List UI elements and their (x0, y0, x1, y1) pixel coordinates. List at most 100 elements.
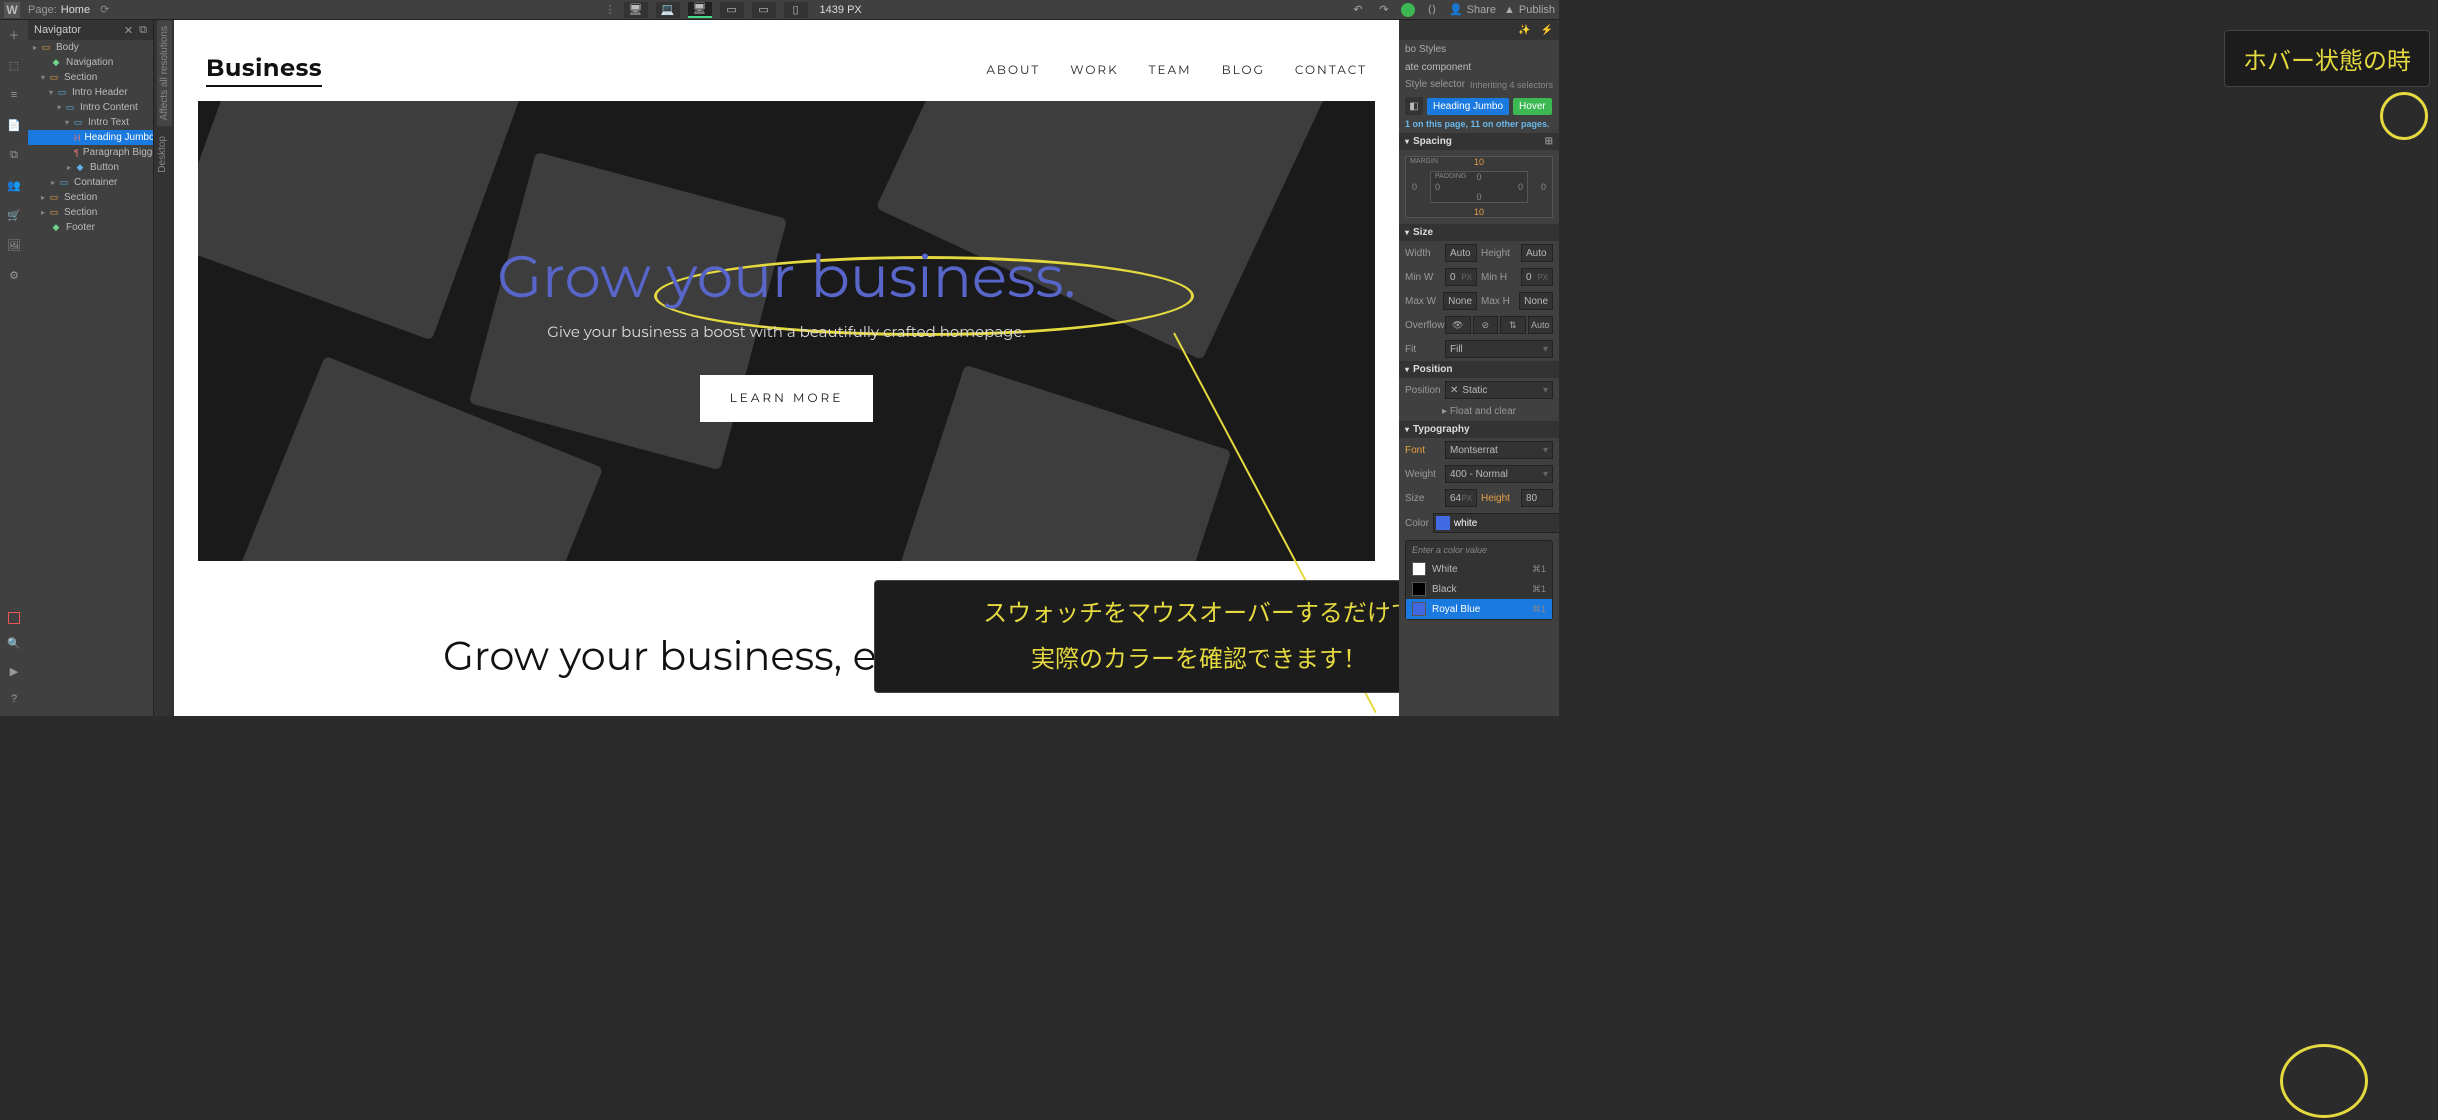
spacing-diagram[interactable]: MARGIN 10 0 0 10 PADDING 0 0 0 0 (1405, 156, 1553, 218)
class-tag[interactable]: Heading Jumbo (1427, 98, 1509, 115)
search-icon[interactable]: 🔍 (5, 634, 23, 652)
nav-work[interactable]: WORK (1070, 63, 1118, 78)
nav-about[interactable]: ABOUT (986, 63, 1040, 78)
tree-heading-jumbo[interactable]: HHeading Jumbo (28, 130, 153, 145)
minw-input[interactable]: 0 (1445, 268, 1477, 286)
audit-icon[interactable] (8, 612, 20, 624)
hero-button[interactable]: LEARN MORE (700, 375, 874, 422)
breakpoint-desktop-icon[interactable]: 🖥 (624, 2, 648, 18)
hex-hint[interactable]: Enter a color value (1406, 541, 1552, 559)
typography-header[interactable]: ▾Typography (1399, 421, 1559, 438)
webflow-logo[interactable]: W (4, 2, 20, 18)
state-tag[interactable]: Hover (1513, 98, 1552, 115)
swatch-popup: Enter a color value White⌘1 Black⌘1 Roya… (1405, 540, 1553, 620)
cms-icon[interactable]: ⧉ (5, 146, 23, 164)
tree-navigation[interactable]: ◆Navigation (28, 55, 153, 70)
tree-section-1[interactable]: ▾▭Section (28, 70, 153, 85)
color-input[interactable] (1433, 513, 1559, 533)
class-styles-label: bo Styles (1399, 40, 1559, 59)
navigator-panel: Navigator ✕ ⧉ ▸▭Body ◆Navigation ▾▭Secti… (28, 20, 154, 716)
color-swatch-icon[interactable] (1436, 516, 1450, 530)
site-logo[interactable]: Business (206, 54, 322, 87)
width-input[interactable]: Auto (1445, 244, 1477, 262)
inheriting-label[interactable]: Inheriting 4 selectors (1470, 80, 1553, 90)
float-clear-toggle[interactable]: ▸ Float and clear (1399, 402, 1559, 421)
page-icon[interactable]: 📄 (5, 116, 23, 134)
maxh-input[interactable]: None (1519, 292, 1553, 310)
video-icon[interactable]: ▶ (5, 662, 23, 680)
color-text-input[interactable] (1454, 518, 1559, 529)
share-button[interactable]: 👤 Share (1449, 3, 1496, 16)
swatch-black[interactable]: Black⌘1 (1406, 579, 1552, 599)
navigator-header: Navigator ✕ ⧉ (28, 20, 153, 40)
breakpoint-strip: Affects all resolutions Desktop (154, 20, 174, 716)
pin-icon[interactable]: ⧉ (139, 24, 147, 37)
top-bar: W Page: Home ⟳ ⋮ 🖥 💻 🖥 ▭ ▭ ▯ 1439 PX ↶ ↷… (0, 0, 1559, 20)
selector-row: ◧ Heading Jumbo Hover (1399, 93, 1559, 119)
lineheight-input[interactable]: 80 (1521, 489, 1553, 507)
more-icon[interactable]: ⋮ (605, 3, 616, 16)
status-ok-icon[interactable] (1401, 3, 1415, 17)
overflow-visible-icon[interactable]: 👁 (1445, 316, 1471, 334)
breakpoint-mobile-landscape-icon[interactable]: ▭ (752, 2, 776, 18)
tree-intro-text[interactable]: ▾▭Intro Text (28, 115, 153, 130)
minh-input[interactable]: 0 (1521, 268, 1553, 286)
tree-section-2[interactable]: ▸▭Section (28, 190, 153, 205)
create-component-button[interactable]: ate component (1399, 59, 1559, 76)
overflow-scroll-icon[interactable]: ⇅ (1500, 316, 1526, 334)
swatch-white[interactable]: White⌘1 (1406, 559, 1552, 579)
hero-heading[interactable]: Grow your business. (497, 241, 1076, 312)
position-header[interactable]: ▾Position (1399, 361, 1559, 378)
selector-usage[interactable]: 1 on this page, 11 on other pages. (1399, 119, 1559, 133)
weight-select[interactable]: 400 - Normal (1445, 465, 1553, 483)
code-icon[interactable]: ⟨⟩ (1423, 1, 1441, 19)
font-select[interactable]: Montserrat (1445, 441, 1553, 459)
swatch-royal-blue[interactable]: Royal Blue⌘1 (1406, 599, 1552, 619)
publish-button[interactable]: ▲ Publish (1504, 4, 1555, 16)
close-icon[interactable]: ✕ (124, 24, 133, 37)
breakpoint-mobile-icon[interactable]: ▯ (784, 2, 808, 18)
tree-body[interactable]: ▸▭Body (28, 40, 153, 55)
tree-container[interactable]: ▸▭Container (28, 175, 153, 190)
box-icon[interactable]: ⬚ (5, 56, 23, 74)
hero-section[interactable]: Grow your business. Give your business a… (198, 101, 1375, 561)
overflow-hidden-icon[interactable]: ⊘ (1473, 316, 1499, 334)
help-icon[interactable]: ? (5, 690, 23, 708)
canvas[interactable]: Business ABOUT WORK TEAM BLOG CONTACT (174, 20, 1399, 716)
tree-intro-header[interactable]: ▾▭Intro Header (28, 85, 153, 100)
tree-paragraph-bigger[interactable]: ¶Paragraph Bigger (28, 145, 153, 160)
tab-style-icon[interactable]: ✨ (1518, 25, 1530, 36)
breakpoint-laptop-icon[interactable]: 💻 (656, 2, 680, 18)
nav-blog[interactable]: BLOG (1222, 63, 1265, 78)
ecommerce-icon[interactable]: 🛒 (5, 206, 23, 224)
selector-target-icon[interactable]: ◧ (1405, 97, 1423, 115)
canvas-width[interactable]: 1439 PX (820, 4, 862, 16)
undo-icon[interactable]: ↶ (1349, 1, 1367, 19)
nav-contact[interactable]: CONTACT (1295, 63, 1367, 78)
redo-icon[interactable]: ↷ (1375, 1, 1393, 19)
position-select[interactable]: ✕Static (1445, 381, 1553, 399)
breakpoint-base-icon[interactable]: 🖥 (688, 2, 712, 18)
users-icon[interactable]: 👥 (5, 176, 23, 194)
fit-select[interactable]: Fill (1445, 340, 1553, 358)
tab-interactions-icon[interactable]: ⚡ (1541, 25, 1553, 36)
list-icon[interactable]: ≡ (5, 86, 23, 104)
breakpoint-tablet-icon[interactable]: ▭ (720, 2, 744, 18)
hero-subtitle[interactable]: Give your business a boost with a beauti… (547, 322, 1025, 341)
tree-section-3[interactable]: ▸▭Section (28, 205, 153, 220)
tree-footer[interactable]: ◆Footer (28, 220, 153, 235)
add-icon[interactable]: ＋ (5, 26, 23, 44)
size-header[interactable]: ▾Size (1399, 224, 1559, 241)
spacing-header[interactable]: ▾Spacing⊞ (1399, 133, 1559, 150)
reload-icon[interactable]: ⟳ (100, 3, 109, 16)
tree-intro-content[interactable]: ▾▭Intro Content (28, 100, 153, 115)
fontsize-input[interactable]: 64 (1445, 489, 1477, 507)
height-input[interactable]: Auto (1521, 244, 1553, 262)
assets-icon[interactable]: 🖼 (5, 236, 23, 254)
maxw-input[interactable]: None (1443, 292, 1477, 310)
tree-button[interactable]: ▸◆Button (28, 160, 153, 175)
settings-icon[interactable]: ⚙ (5, 266, 23, 284)
nav-team[interactable]: TEAM (1149, 63, 1192, 78)
overflow-auto[interactable]: Auto (1528, 316, 1554, 334)
page-name[interactable]: Home (61, 4, 90, 16)
